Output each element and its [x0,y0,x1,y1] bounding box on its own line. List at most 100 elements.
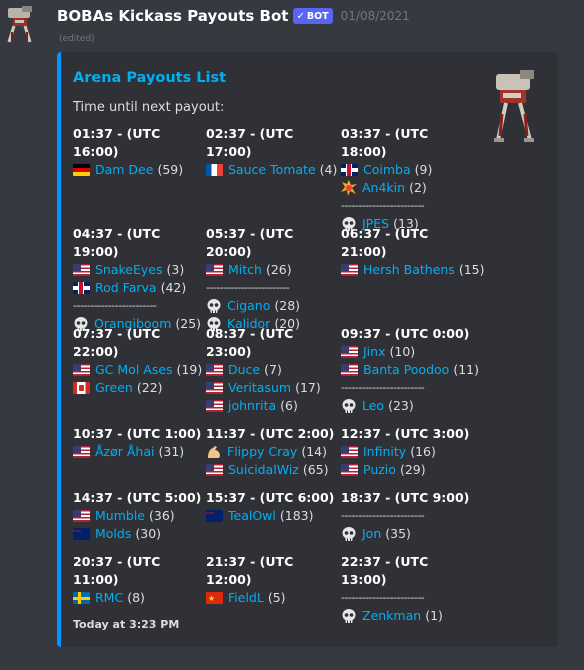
payout-field: 15:37 - (UTC 6:00) TealOwl (183) [206,489,341,525]
player-name-link[interactable]: Duce [228,361,260,379]
player-name-link[interactable]: TealOwl [228,507,276,525]
player-rank: (5) [267,590,286,605]
player-name-link[interactable]: Infinity [363,443,406,461]
payout-field: 20:37 - (UTC 11:00) RMC (8) [73,553,208,607]
player-entry: Åzør Åhai (31) [73,443,208,461]
player-name-link[interactable]: SnakeEyes [95,261,163,279]
player-name-link[interactable]: Green [95,379,133,397]
player-name-link[interactable]: Rod Farva [95,279,157,297]
player-entry: Rod Farva (42) [73,279,208,297]
player-name-link[interactable]: Puzio [363,461,396,479]
player-name-link[interactable]: RMC [95,589,123,607]
flag-us-icon [206,464,223,476]
player-name-link[interactable]: Jon [362,525,381,543]
player-name-link[interactable]: FieldL [228,589,264,607]
player-name-link[interactable]: Sauce Tomate [228,161,316,179]
player-name-link[interactable]: An4kin [362,179,405,197]
flag-us-icon [341,364,358,376]
check-icon: ✓ [296,10,305,22]
payouts-embed: Arena Payouts List Time until next payou… [57,52,558,647]
player-name-link[interactable]: Jinx [363,343,385,361]
player-name-link[interactable]: GC Mol Ases [95,361,173,379]
flag-us-icon [341,446,358,458]
embed-footer: Today at 3:23 PM [73,618,180,631]
player-entry: Flippy Cray (14) [206,443,341,461]
flexed-bicep-icon [206,444,222,460]
player-entry: Green (22) [73,379,208,397]
payout-field: 22:37 - (UTC 13:00) ---------------------… [341,553,476,625]
player-rank: (8) [127,590,145,605]
skull-icon [341,608,357,624]
payout-time: 05:37 - (UTC 20:00) [206,226,294,259]
bot-avatar[interactable] [0,2,40,44]
player-name-link[interactable]: Leo [362,397,384,415]
embed-title[interactable]: Arena Payouts List [73,70,226,86]
player-rank: (16) [410,444,436,459]
player-entry: johnrita (6) [206,397,341,415]
flag-us-icon [73,264,90,276]
payout-field: 07:37 - (UTC 22:00) GC Mol Ases (19) Green(… [73,325,208,397]
player-rank: (29) [399,462,426,477]
flag-us-icon [206,364,223,376]
player-entry: Hersh Bathens (15) [341,261,485,279]
player-name-link[interactable]: Zenkman [362,607,421,625]
player-entry: SnakeEyes (3) [73,261,208,279]
skull-icon [341,526,357,542]
group-separator: ------------------------ [206,281,290,294]
payout-field: 12:37 - (UTC 3:00) Infinity (16) Puzio (29) [341,425,476,479]
player-name-link[interactable]: Mumble [95,507,145,525]
player-rank: (31) [158,444,185,459]
player-entry: Jon (35) [341,525,476,543]
player-entry: RMC (8) [73,589,208,607]
player-rank: (19) [176,362,203,377]
flag-se-icon [73,592,90,604]
author-name[interactable]: BOBAs Kickass Payouts Bot [57,7,288,25]
payout-field: 18:37 - (UTC 9:00) ----------------------… [341,489,476,543]
flag-us-icon [206,382,223,394]
player-name-link[interactable]: Dam Dee [95,161,153,179]
player-name-link[interactable]: Veritasum [228,379,291,397]
payout-time: 15:37 - (UTC 6:00) [206,490,335,505]
player-rank: (35) [385,526,411,541]
player-rank: (36) [148,508,175,523]
player-name-link[interactable]: Åzør Åhai [95,443,154,461]
player-entry: Mumble (36) [73,507,208,525]
player-name-link[interactable]: Molds [95,525,131,543]
player-rank: (28) [274,298,301,313]
player-entry: Coimba (9) [341,161,476,179]
message-timestamp[interactable]: 01/08/2021 [341,9,410,23]
bot-tag: BOT [306,10,329,22]
payout-time: 09:37 - (UTC 0:00) [341,326,470,341]
flag-us-icon [206,400,223,412]
skull-icon [341,398,357,414]
player-rank: (22) [136,380,163,395]
payout-field: 02:37 - (UTC 17:00) Sauce Tomate (4) [206,125,341,179]
payout-time: 20:37 - (UTC 11:00) [73,554,161,587]
player-name-link[interactable]: Flippy Cray [227,443,297,461]
embed-description: Time until next payout: [73,100,225,115]
payout-time: 21:37 - (UTC 12:00) [206,554,294,587]
player-entry: An4kin (2) [341,179,476,197]
group-separator: ------------------------ [341,381,425,394]
player-entry: Mitch (26) [206,261,341,279]
player-name-link[interactable]: Cigano [227,297,270,315]
player-name-link[interactable]: SuicidalWiz [228,461,299,479]
player-entry: Sauce Tomate (4) [206,161,341,179]
embed-accent-bar [57,52,61,647]
player-rank: (17) [295,380,321,395]
player-rank: (7) [264,362,282,377]
player-rank: (1) [425,608,443,623]
player-name-link[interactable]: johnrita [228,397,276,415]
flag-au-icon [206,510,223,522]
payout-field: 03:37 - (UTC 18:00) Coimba (9) An4kin (2) ---… [341,125,476,233]
payout-field: 01:37 - (UTC 16:00) Dam Dee (59) [73,125,208,179]
embed-thumbnail[interactable] [486,64,544,144]
player-name-link[interactable]: Hersh Bathens [363,261,455,279]
player-name-link[interactable]: Coimba [363,161,411,179]
payout-time: 22:37 - (UTC 13:00) [341,554,429,587]
player-entry: Duce (7) [206,361,341,379]
player-name-link[interactable]: Banta Poodoo [363,361,449,379]
payout-time: 12:37 - (UTC 3:00) [341,426,470,441]
payout-time: 03:37 - (UTC 18:00) [341,126,429,159]
player-name-link[interactable]: Mitch [228,261,262,279]
